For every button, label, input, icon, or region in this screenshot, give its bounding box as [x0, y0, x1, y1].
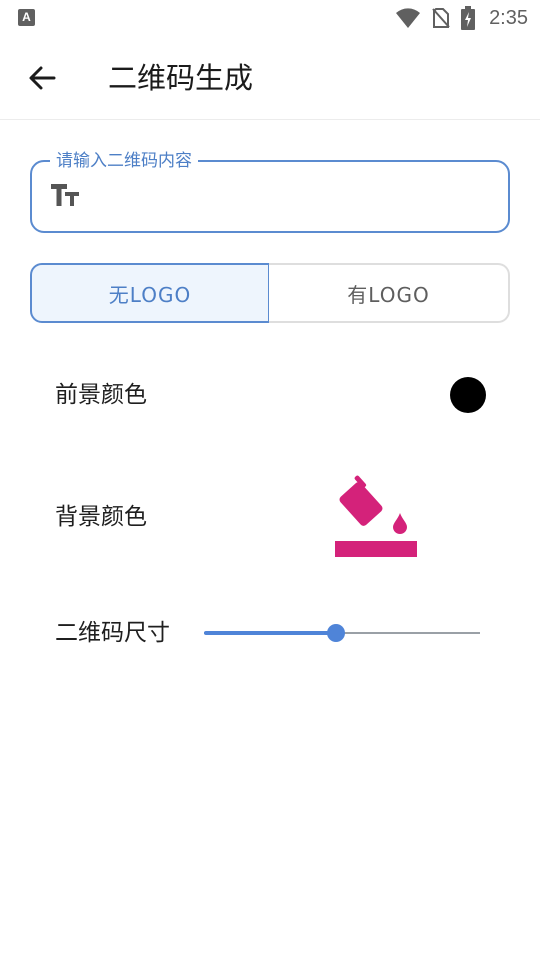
wifi-icon	[396, 8, 421, 28]
qr-size-label: 二维码尺寸	[55, 620, 170, 646]
status-time: 2:35	[489, 6, 528, 29]
slider-thumb[interactable]	[327, 624, 345, 642]
background-color-label: 背景颜色	[55, 504, 147, 530]
back-button[interactable]	[22, 58, 62, 98]
no-sim-icon	[432, 8, 450, 28]
foreground-color-swatch[interactable]	[450, 377, 486, 413]
app-notification-icon: A	[18, 9, 35, 26]
with-logo-option[interactable]: 有LOGO	[269, 263, 510, 323]
arrow-left-icon	[29, 66, 56, 90]
qr-content-label: 请输入二维码内容	[50, 149, 198, 173]
battery-charging-icon	[461, 6, 476, 30]
no-logo-option[interactable]: 无LOGO	[30, 263, 270, 323]
text-size-icon	[51, 184, 79, 206]
app-bar: 二维码生成	[0, 36, 540, 120]
foreground-color-label: 前景颜色	[55, 382, 147, 408]
app-notification-letter: A	[22, 10, 31, 24]
slider-fill	[204, 631, 336, 635]
qr-content-input[interactable]	[96, 178, 486, 214]
status-icons: 2:35	[395, 0, 528, 36]
page-title: 二维码生成	[108, 61, 254, 95]
paint-bucket-icon[interactable]	[333, 475, 419, 561]
status-bar: A 2:35	[0, 0, 540, 36]
qr-size-slider[interactable]	[204, 620, 480, 646]
